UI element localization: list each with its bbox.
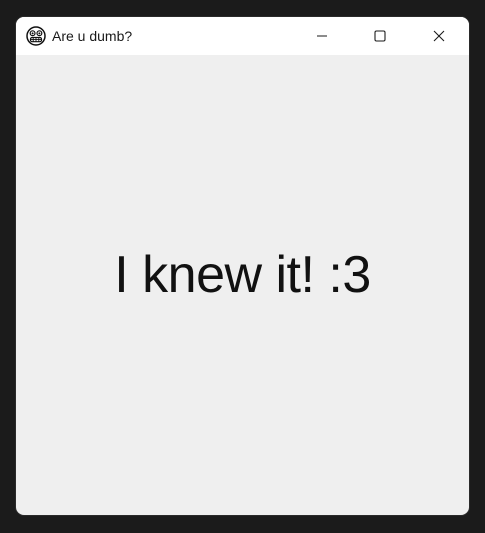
window-title: Are u dumb? — [52, 28, 133, 44]
grimacing-face-icon — [26, 26, 46, 46]
maximize-icon — [374, 30, 386, 42]
close-button[interactable] — [410, 17, 468, 55]
message-label: I knew it! :3 — [114, 246, 371, 304]
minimize-button[interactable] — [293, 17, 351, 55]
title-bar[interactable]: Are u dumb? — [16, 17, 469, 55]
app-window: Are u dumb? I knew it! :3 — [16, 17, 469, 515]
maximize-button[interactable] — [351, 17, 409, 55]
minimize-icon — [317, 35, 327, 37]
close-icon — [433, 30, 445, 42]
